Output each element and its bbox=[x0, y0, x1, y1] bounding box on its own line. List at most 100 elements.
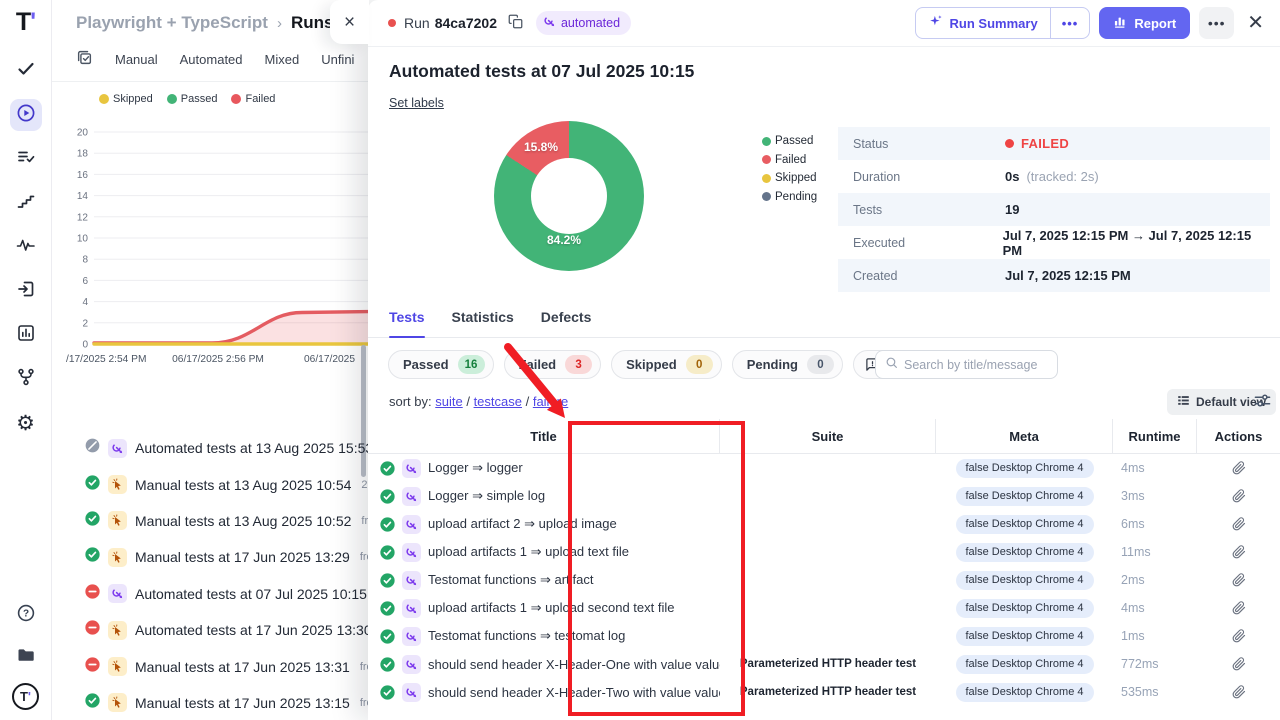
copy-run-id-button[interactable] bbox=[508, 14, 523, 32]
test-row[interactable]: upload artifacts 1 ⇒ upload second text … bbox=[368, 594, 1280, 622]
filter-chip-pending[interactable]: Pending0 bbox=[732, 350, 843, 379]
attachment-link-icon[interactable] bbox=[1232, 517, 1246, 531]
test-runtime-cell: 4ms bbox=[1113, 594, 1197, 622]
app-logo[interactable]: T' bbox=[16, 8, 35, 37]
test-row[interactable]: Logger ⇒ loggerfalse Desktop Chrome 44ms bbox=[368, 454, 1280, 482]
sidebar-item-branches[interactable] bbox=[10, 363, 42, 395]
attachment-link-icon[interactable] bbox=[1232, 545, 1246, 559]
donut-legend-passed[interactable]: Passed bbox=[762, 135, 817, 147]
test-title-cell[interactable]: should send header X-Header-Two with val… bbox=[368, 678, 720, 706]
more-actions-button[interactable]: ••• bbox=[1199, 7, 1234, 39]
attachment-link-icon[interactable] bbox=[1232, 657, 1246, 671]
attachment-link-icon[interactable] bbox=[1232, 489, 1246, 503]
test-row[interactable]: upload artifact 2 ⇒ upload image false De… bbox=[368, 510, 1280, 538]
test-actions-cell bbox=[1197, 622, 1280, 650]
run-list-item[interactable]: Manual tests at 17 Jun 2025 13:29fron bbox=[52, 539, 368, 575]
run-type-tab-manual[interactable]: Manual bbox=[115, 52, 158, 67]
test-title-cell[interactable]: should send header X-Header-One with val… bbox=[368, 650, 720, 678]
test-row[interactable]: Logger ⇒ simple log false Desktop Chrome … bbox=[368, 482, 1280, 510]
column-header-actions[interactable]: Actions bbox=[1197, 419, 1280, 453]
filter-chip-passed[interactable]: Passed16 bbox=[388, 350, 494, 379]
profile-avatar[interactable]: T' bbox=[12, 683, 39, 710]
run-type-tab-automated[interactable]: Automated bbox=[180, 52, 243, 67]
attachment-link-icon[interactable] bbox=[1232, 461, 1246, 475]
donut-legend-failed[interactable]: Failed bbox=[762, 154, 817, 166]
close-panel-x-button[interactable]: ✕ bbox=[1247, 13, 1264, 33]
sort-link-suite[interactable]: suite bbox=[435, 394, 462, 409]
run-label: Run bbox=[404, 15, 430, 31]
attachment-link-icon[interactable] bbox=[1232, 573, 1246, 587]
help-button[interactable]: ? bbox=[10, 599, 42, 631]
set-labels-link[interactable]: Set labels bbox=[389, 96, 444, 110]
sidebar-item-runs[interactable] bbox=[10, 99, 42, 131]
filter-chip-failed[interactable]: Failed3 bbox=[504, 350, 602, 379]
run-list-item[interactable]: Automated tests at 13 Aug 2025 15:53 bbox=[52, 430, 368, 466]
run-list-item[interactable]: Automated tests at 07 Jul 2025 10:15 bbox=[52, 576, 368, 612]
column-header-runtime[interactable]: Runtime bbox=[1113, 419, 1197, 453]
meta-pill[interactable]: false Desktop Chrome 4 bbox=[956, 571, 1094, 590]
test-title-cell[interactable]: Testomat functions ⇒ testomat log bbox=[368, 622, 720, 650]
attachment-link-icon[interactable] bbox=[1232, 685, 1246, 699]
run-list-item[interactable]: Automated tests at 17 Jun 2025 13:30 bbox=[52, 612, 368, 648]
sidebar-item-import[interactable] bbox=[10, 275, 42, 307]
test-title-cell[interactable]: upload artifacts 1 ⇒ upload text file bbox=[368, 538, 720, 566]
sidebar-item-tests[interactable] bbox=[10, 55, 42, 87]
sidebar-item-settings[interactable]: ⚙ bbox=[10, 407, 42, 439]
run-list-item[interactable]: Manual tests at 17 Jun 2025 13:15from bbox=[52, 685, 368, 720]
sidebar-item-plans[interactable] bbox=[10, 143, 42, 175]
run-type-tab-mixed[interactable]: Mixed bbox=[265, 52, 300, 67]
column-settings-button[interactable] bbox=[1254, 392, 1271, 412]
attachment-link-icon[interactable] bbox=[1232, 629, 1246, 643]
column-header-suite[interactable]: Suite bbox=[720, 419, 936, 453]
test-row[interactable]: Testomat functions ⇒ artifact false Deskt… bbox=[368, 566, 1280, 594]
sidebar-item-milestones[interactable] bbox=[10, 187, 42, 219]
meta-pill[interactable]: false Desktop Chrome 4 bbox=[956, 459, 1094, 478]
test-row[interactable]: should send header X-Header-One with val… bbox=[368, 650, 1280, 678]
run-summary-more-button[interactable]: ••• bbox=[1050, 8, 1090, 38]
test-title-cell[interactable]: Logger ⇒ simple log bbox=[368, 482, 720, 510]
legend-item-failed[interactable]: Failed bbox=[231, 93, 275, 105]
donut-legend-skipped[interactable]: Skipped bbox=[762, 172, 817, 184]
tab-defects[interactable]: Defects bbox=[541, 309, 592, 337]
meta-pill[interactable]: false Desktop Chrome 4 bbox=[956, 487, 1094, 506]
sort-link-failure[interactable]: failure bbox=[533, 394, 568, 409]
sidebar-item-pulse[interactable] bbox=[10, 231, 42, 263]
run-type-tab-unfini[interactable]: Unfini bbox=[321, 52, 354, 67]
meta-pill[interactable]: false Desktop Chrome 4 bbox=[956, 627, 1094, 646]
filter-chip-skipped[interactable]: Skipped0 bbox=[611, 350, 722, 379]
run-summary-button[interactable]: Run Summary bbox=[916, 8, 1050, 38]
run-list-item[interactable]: Manual tests at 13 Aug 2025 10:542 bbox=[52, 466, 368, 502]
report-button[interactable]: Report bbox=[1099, 7, 1190, 39]
breadcrumb-project[interactable]: Playwright + TypeScript bbox=[76, 13, 268, 33]
test-title-cell[interactable]: upload artifact 2 ⇒ upload image bbox=[368, 510, 720, 538]
run-list-item[interactable]: Manual tests at 13 Aug 2025 10:52fron bbox=[52, 503, 368, 539]
meta-pill[interactable]: false Desktop Chrome 4 bbox=[956, 543, 1094, 562]
test-row[interactable]: upload artifacts 1 ⇒ upload text file fal… bbox=[368, 538, 1280, 566]
sort-link-testcase[interactable]: testcase bbox=[474, 394, 522, 409]
projects-button[interactable] bbox=[10, 641, 42, 673]
attachment-link-icon[interactable] bbox=[1232, 601, 1246, 615]
donut-legend-pending[interactable]: Pending bbox=[762, 191, 817, 203]
column-header-meta[interactable]: Meta bbox=[936, 419, 1113, 453]
meta-pill[interactable]: false Desktop Chrome 4 bbox=[956, 599, 1094, 618]
test-row[interactable]: Testomat functions ⇒ testomat log false D… bbox=[368, 622, 1280, 650]
manual-run-icon bbox=[108, 657, 127, 676]
legend-item-skipped[interactable]: Skipped bbox=[99, 93, 153, 105]
test-row[interactable]: should send header X-Header-Two with val… bbox=[368, 678, 1280, 706]
test-title-cell[interactable]: Logger ⇒ logger bbox=[368, 454, 720, 482]
sidebar-item-analytics[interactable] bbox=[10, 319, 42, 351]
meta-pill[interactable]: false Desktop Chrome 4 bbox=[956, 655, 1094, 674]
test-title-cell[interactable]: upload artifacts 1 ⇒ upload second text … bbox=[368, 594, 720, 622]
meta-pill[interactable]: false Desktop Chrome 4 bbox=[956, 515, 1094, 534]
automated-badge[interactable]: automated bbox=[536, 11, 631, 35]
run-list-item[interactable]: Manual tests at 17 Jun 2025 13:31from bbox=[52, 648, 368, 684]
meta-pill[interactable]: false Desktop Chrome 4 bbox=[956, 683, 1094, 702]
tab-tests[interactable]: Tests bbox=[389, 309, 425, 337]
test-title-cell[interactable]: Testomat functions ⇒ artifact bbox=[368, 566, 720, 594]
column-header-title[interactable]: Title bbox=[368, 419, 720, 453]
search-input[interactable] bbox=[904, 358, 1048, 372]
panel-close-button[interactable]: × bbox=[330, 0, 369, 44]
select-all-icon[interactable] bbox=[76, 49, 93, 69]
legend-item-passed[interactable]: Passed bbox=[167, 93, 218, 105]
tab-statistics[interactable]: Statistics bbox=[452, 309, 514, 337]
